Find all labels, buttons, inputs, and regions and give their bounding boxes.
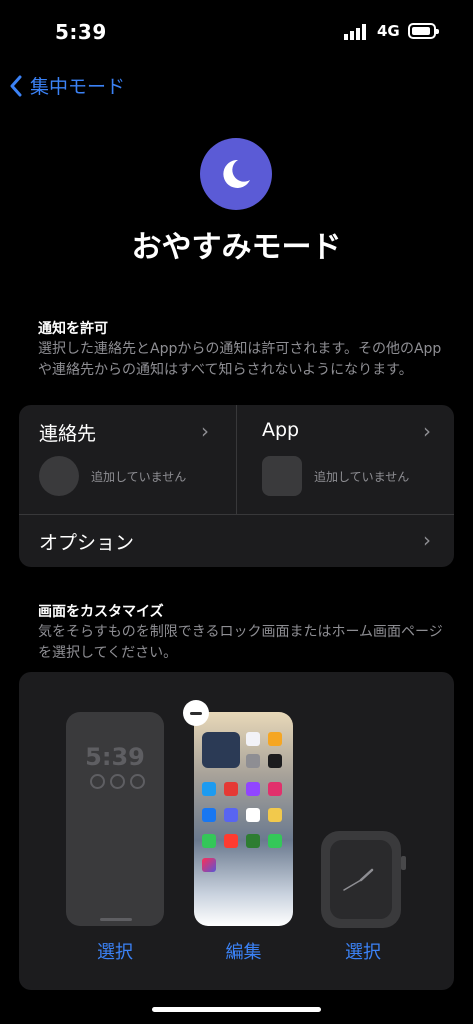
app-icon xyxy=(246,834,260,848)
calendar-app-icon xyxy=(246,732,260,746)
contacts-empty-text: 追加していません xyxy=(91,470,187,484)
options-label: オプション xyxy=(39,532,135,554)
customize-heading: 画面をカスタマイズ xyxy=(38,604,164,620)
chevron-right-icon: › xyxy=(201,419,209,443)
focus-mode-icon-badge[interactable] xyxy=(200,138,272,210)
back-label: 集中モード xyxy=(30,76,126,98)
page-title: おやすみモード xyxy=(131,230,342,265)
camera-app-icon xyxy=(246,754,260,768)
app-icon xyxy=(202,808,216,822)
cellular-signal-icon xyxy=(344,24,366,40)
watch-select-button[interactable]: 選択 xyxy=(321,938,405,964)
clock-app-icon xyxy=(268,754,282,768)
status-time: 5:39 xyxy=(55,20,107,44)
lock-preview-home-bar xyxy=(100,918,132,921)
contacts-cell[interactable]: 連絡先 › 追加していません xyxy=(19,405,236,514)
apps-label: App xyxy=(262,419,300,441)
lock-preview-widgets xyxy=(90,774,145,789)
minus-icon xyxy=(190,711,202,715)
chevron-left-icon xyxy=(10,75,22,96)
allowed-notifications-card: 連絡先 › 追加していません App › 追加していません オプション › xyxy=(19,405,454,567)
customize-description: 気をそらすものを制限できるロック画面またはホーム画面ページを選択してください。 xyxy=(38,624,443,661)
discord-app-icon xyxy=(224,808,238,822)
apps-cell[interactable]: App › 追加していません xyxy=(237,405,454,514)
contact-placeholder-avatar xyxy=(39,456,79,496)
twitter-app-icon xyxy=(202,782,216,796)
weather-widget xyxy=(202,732,240,768)
home-edit-button[interactable]: 編集 xyxy=(194,938,293,964)
watch-crown xyxy=(401,856,406,870)
notifications-description: 選択した連絡先とAppからの通知は許可されます。その他のAppや連絡先からの通知… xyxy=(38,341,442,378)
youtube-app-icon xyxy=(224,782,238,796)
app-icon xyxy=(268,808,282,822)
notifications-heading: 通知を許可 xyxy=(38,321,108,337)
chevron-right-icon: › xyxy=(423,528,431,552)
apps-empty-text: 追加していません xyxy=(314,470,410,484)
instagram-app-icon xyxy=(268,782,282,796)
remove-page-button[interactable] xyxy=(183,700,209,726)
lock-preview-time: 5:39 xyxy=(85,743,145,771)
watch-hands-icon xyxy=(343,868,374,891)
photos-app-icon xyxy=(268,732,282,746)
twitch-app-icon xyxy=(246,782,260,796)
home-indicator[interactable] xyxy=(152,1007,321,1012)
lock-select-button[interactable]: 選択 xyxy=(66,938,164,964)
home-screen-preview[interactable] xyxy=(194,712,293,926)
contacts-label: 連絡先 xyxy=(39,423,97,445)
line-app-icon xyxy=(268,834,282,848)
app-placeholder-icon xyxy=(262,456,302,496)
app-icon xyxy=(224,834,238,848)
network-type: 4G xyxy=(377,22,400,40)
moon-icon xyxy=(223,159,250,188)
app-icon xyxy=(202,834,216,848)
battery-icon xyxy=(408,23,439,39)
options-row[interactable]: オプション › xyxy=(19,515,454,567)
chevron-right-icon: › xyxy=(423,419,431,443)
shortcuts-app-icon xyxy=(202,858,216,872)
watch-screen xyxy=(330,840,392,919)
back-button[interactable]: 集中モード xyxy=(10,72,125,99)
app-icon xyxy=(246,808,260,822)
